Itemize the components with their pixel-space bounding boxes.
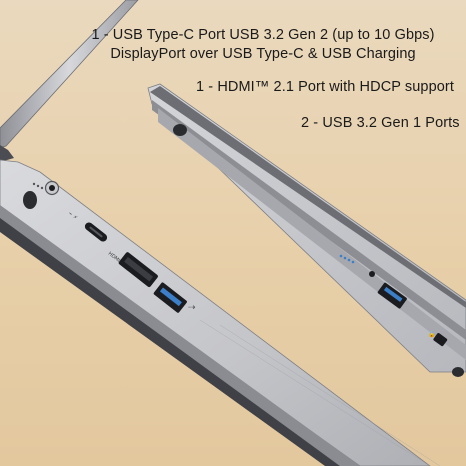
laptop-side-views: ⌁ ⚡ HDMI ⇢ 🔒: [0, 0, 466, 466]
left-laptop: ⌁ ⚡ HDMI ⇢: [0, 0, 441, 466]
usb-a-spec: 2 - USB 3.2 Gen 1 Ports: [301, 115, 460, 131]
usb-c-spec-line2: DisplayPort over USB Type-C & USB Chargi…: [110, 46, 416, 62]
right-foot-back: [452, 367, 464, 377]
lock-icon: 🔒: [428, 330, 435, 338]
usb-c-spec-line1: 1 - USB Type-C Port USB 3.2 Gen 2 (up to…: [91, 27, 435, 43]
left-laptop-base: [0, 159, 431, 466]
hdmi-spec: 1 - HDMI™ 2.1 Port with HDCP support: [196, 79, 454, 95]
small-audio-port: [369, 271, 375, 277]
usb-symbol-left: ⇢: [188, 303, 196, 313]
usb-c-spec: 1 - USB Type-C Port USB 3.2 Gen 2 (up to…: [0, 26, 466, 64]
left-foot: [23, 191, 37, 209]
product-photo: ⌁ ⚡ HDMI ⇢ 🔒 1 - USB Type-C Port USB 3.2…: [0, 0, 466, 466]
right-foot-front: [173, 124, 187, 136]
left-laptop-lid: [0, 0, 139, 149]
